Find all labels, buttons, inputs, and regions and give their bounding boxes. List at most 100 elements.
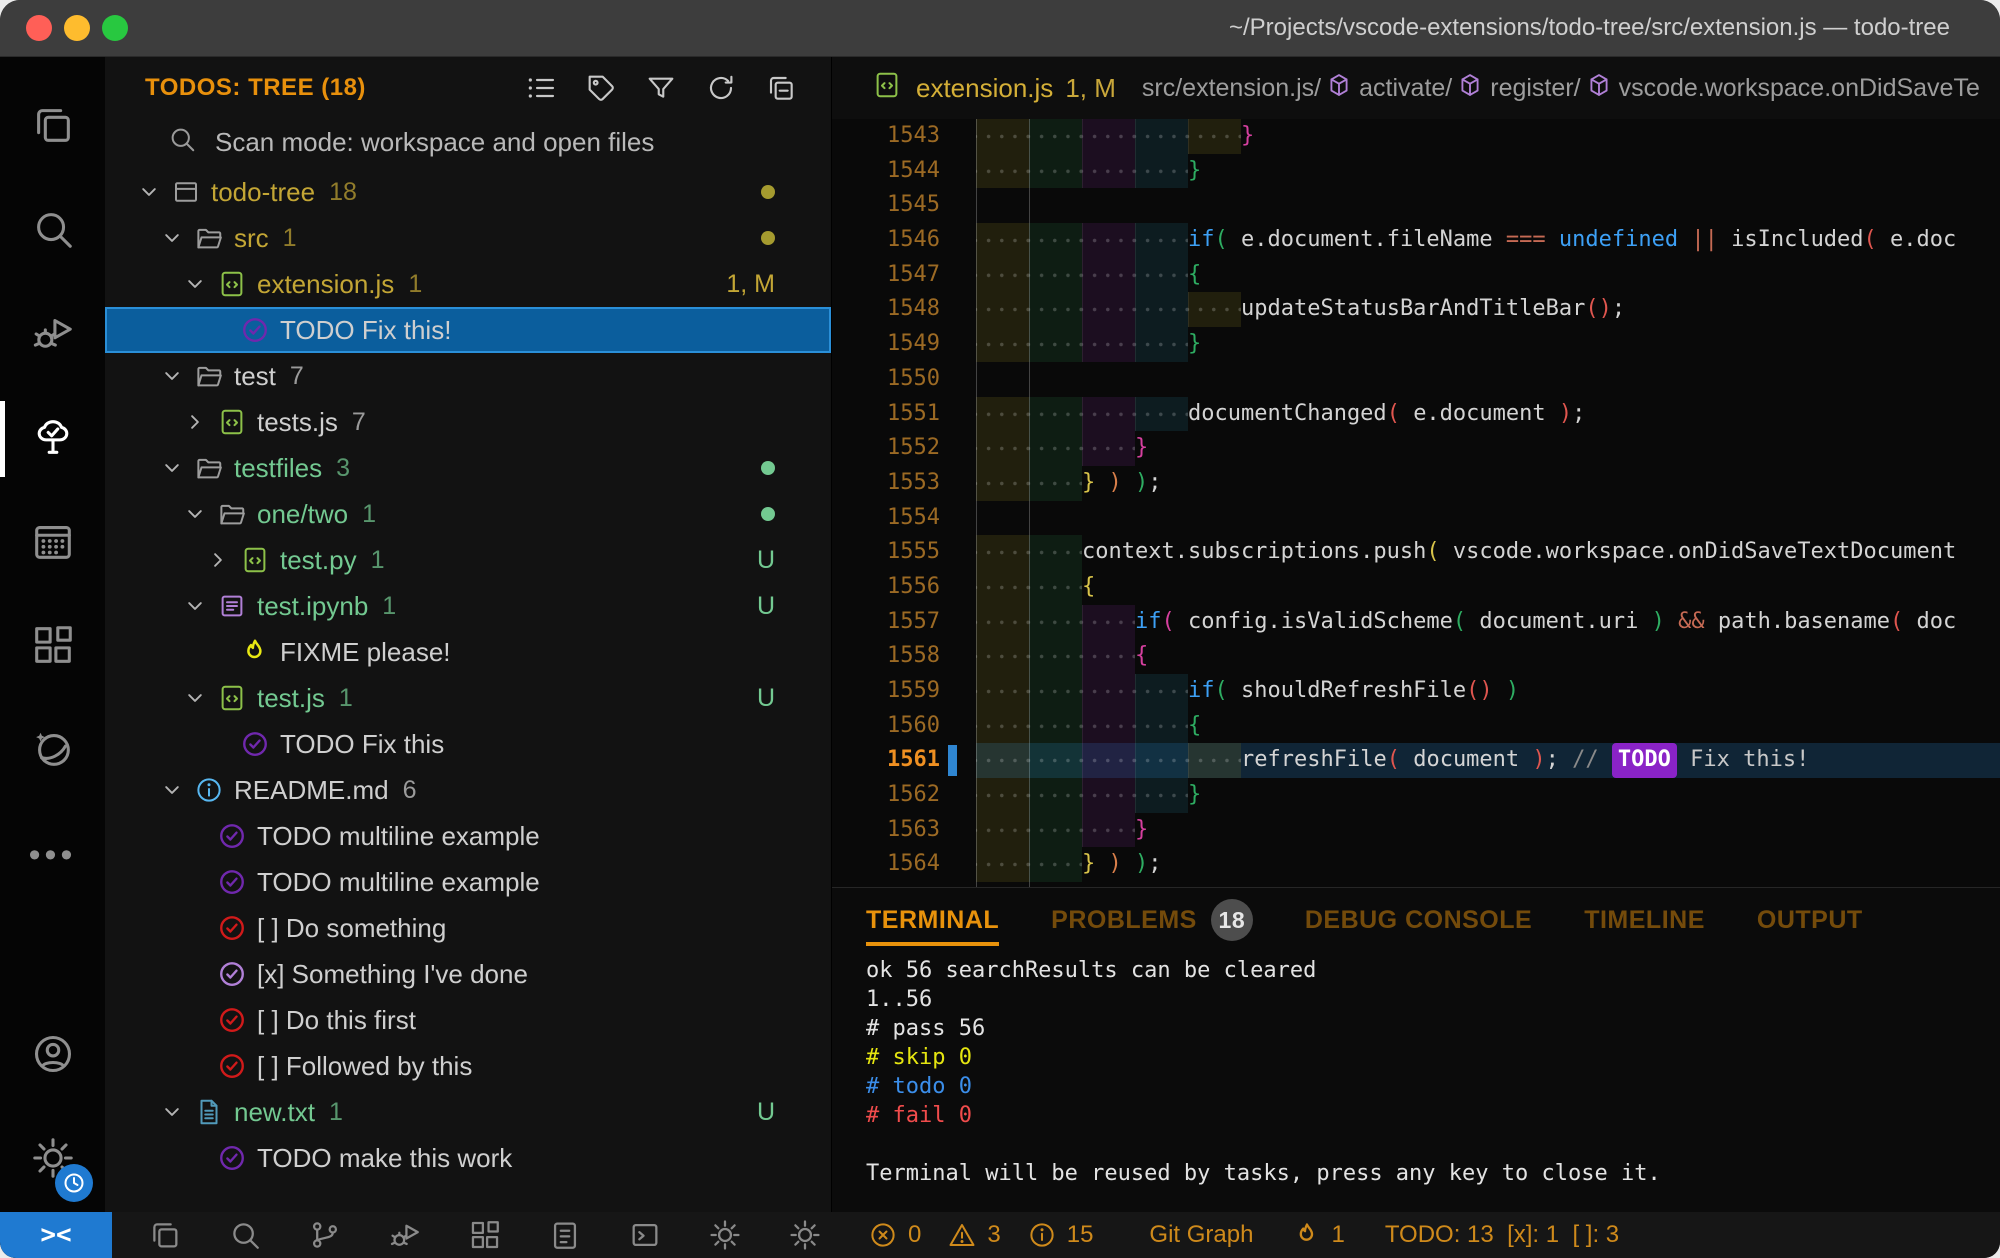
chevron-down-icon[interactable] [158, 222, 194, 254]
code-line-1551[interactable]: 1551 documentChanged( e.document ); [832, 396, 2000, 432]
tree-item-todo-multiline-example[interactable]: TODO multiline example [105, 813, 831, 859]
tag-icon[interactable] [585, 72, 617, 104]
activity-item-run-debug[interactable] [0, 283, 105, 387]
debug-icon[interactable] [388, 1218, 422, 1252]
tree-item-todo-tree[interactable]: todo-tree 18 [105, 169, 831, 215]
code-line-1560[interactable]: 1560 { [832, 708, 2000, 744]
code-line-1550[interactable]: 1550 [832, 361, 2000, 397]
code-line-1553[interactable]: 1553} ) ); [832, 465, 2000, 501]
tree-item-todo-fix-this[interactable]: TODO Fix this! [105, 307, 831, 353]
code-line-1548[interactable]: 1548 updateStatusBarAndTitleBar(); [832, 292, 2000, 328]
chevron-down-icon[interactable] [181, 268, 217, 300]
tree-item-one-two[interactable]: one/two 1 [105, 491, 831, 537]
code-line-1555[interactable]: 1555 context.subscriptions.push( vscode.w… [832, 535, 2000, 570]
code-line-1565[interactable]: 1565 [832, 882, 2000, 887]
tree-item-test-py[interactable]: test.py 1 U [105, 537, 831, 583]
code-line-1564[interactable]: 1564} ) ); [832, 847, 2000, 883]
code-line-1552[interactable]: 1552} [832, 431, 2000, 466]
problems-status[interactable]: 0 3 15 [868, 1220, 1109, 1250]
tree-item-fixme-please[interactable]: FIXME please! [105, 629, 831, 675]
gear-icon[interactable] [708, 1218, 742, 1252]
tree-item-new-txt[interactable]: new.txt 1 U [105, 1089, 831, 1135]
todo-summary-status-item[interactable]: TODO: 13 [x]: 1 [ ]: 3 [1385, 1221, 1619, 1249]
tree-item-test[interactable]: test 7 [105, 353, 831, 399]
code-line-1556[interactable]: 1556 { [832, 569, 2000, 605]
chevron-down-icon[interactable] [158, 360, 194, 392]
activity-item-account[interactable] [0, 1004, 105, 1108]
flame-status-item[interactable]: 1 [1293, 1221, 1345, 1249]
tree-item-tests-js[interactable]: tests.js 7 [105, 399, 831, 445]
refresh-icon[interactable] [705, 72, 737, 104]
tree-item-x-something-i-ve-done[interactable]: [x] Something I've done [105, 951, 831, 997]
files-icon[interactable] [148, 1218, 182, 1252]
chevron-down-icon[interactable] [181, 498, 217, 530]
check-icon [217, 1004, 257, 1036]
remote-indicator[interactable]: >< [0, 1212, 112, 1258]
activity-item-more-views[interactable]: ••• [0, 803, 105, 907]
chevron-down-icon[interactable] [135, 176, 171, 208]
chevron-down-icon[interactable] [181, 682, 217, 714]
code-line-1559[interactable]: 1559 if( shouldRefreshFile() ) [832, 674, 2000, 709]
panel-tab-timeline[interactable]: TIMELINE [1584, 888, 1705, 952]
tree-item-testfiles[interactable]: testfiles 3 [105, 445, 831, 491]
filter-icon[interactable] [645, 72, 677, 104]
panel-tab-debug-console[interactable]: DEBUG CONSOLE [1305, 888, 1532, 952]
tree-item-extension-js[interactable]: extension.js 1 1, M [105, 261, 831, 307]
panel-tab-terminal[interactable]: TERMINAL [866, 888, 1000, 952]
activity-item-todo-tree[interactable] [0, 387, 105, 491]
code-line-1554[interactable]: 1554 [832, 500, 2000, 536]
code-line-1558[interactable]: 1558 { [832, 639, 2000, 674]
breadcrumb-segment[interactable]: src/extension.js/ [1142, 74, 1321, 103]
collapse-all-icon[interactable] [765, 72, 797, 104]
terminal-output[interactable]: ok 56 searchResults can be cleared 1..56 #… [866, 952, 2000, 1188]
tree-item-todo-make-this-work[interactable]: TODO make this work [105, 1135, 831, 1181]
breadcrumb-segment[interactable]: activate/ [1325, 71, 1452, 106]
activity-item-search[interactable] [0, 179, 105, 283]
git-graph-status-item[interactable]: Git Graph [1149, 1221, 1253, 1249]
tree-item-do-this-first[interactable]: [ ] Do this first [105, 997, 831, 1043]
chevron-down-icon[interactable] [158, 452, 194, 484]
chevron-down-icon[interactable] [158, 774, 194, 806]
code-line-1546[interactable]: 1546 if( e.document.fileName === undefine… [832, 223, 2000, 258]
extensions-icon[interactable] [468, 1218, 502, 1252]
editor-tab-filename[interactable]: extension.js [916, 73, 1053, 104]
activity-item-explorer[interactable] [0, 75, 105, 179]
activity-item-settings[interactable] [0, 1108, 105, 1212]
flat-list-icon[interactable] [525, 72, 557, 104]
panel-tab-problems[interactable]: PROBLEMS 18 [1051, 888, 1253, 952]
activity-item-calendar-extension[interactable] [0, 491, 105, 595]
code-editor[interactable]: 1543} 1544} 1545 1546 if( e.document.fileNam… [832, 119, 2000, 887]
panel-tab-output[interactable]: OUTPUT [1757, 888, 1863, 952]
activity-item-extensions[interactable] [0, 595, 105, 699]
scan-mode-row[interactable]: Scan mode: workspace and open files [105, 119, 831, 165]
tree-item-todo-fix-this[interactable]: TODO Fix this [105, 721, 831, 767]
code-line-1549[interactable]: 1549} [832, 327, 2000, 362]
breadcrumb-segment[interactable]: register/ [1456, 71, 1581, 106]
search-icon[interactable] [228, 1218, 262, 1252]
tree-item-followed-by-this[interactable]: [ ] Followed by this [105, 1043, 831, 1089]
gear-icon[interactable] [788, 1218, 822, 1252]
tree-item-readme-md[interactable]: README.md 6 [105, 767, 831, 813]
tree-item-do-something[interactable]: [ ] Do something [105, 905, 831, 951]
tree-item-todo-multiline-example[interactable]: TODO multiline example [105, 859, 831, 905]
code-line-1563[interactable]: 1563} [832, 812, 2000, 848]
git-branch-icon[interactable] [308, 1218, 342, 1252]
tree-item-src[interactable]: src 1 [105, 215, 831, 261]
code-line-1543[interactable]: 1543} [832, 119, 2000, 154]
chevron-right-icon[interactable] [181, 406, 217, 438]
chevron-right-icon[interactable] [204, 544, 240, 576]
terminal-box-icon[interactable] [628, 1218, 662, 1252]
code-line-1561[interactable]: 1561 refreshFile( document ); // TODO Fix… [832, 743, 2000, 779]
code-line-1562[interactable]: 1562} [832, 778, 2000, 813]
tree-item-test-js[interactable]: test.js 1 U [105, 675, 831, 721]
chevron-down-icon[interactable] [158, 1096, 194, 1128]
chevron-down-icon[interactable] [181, 590, 217, 622]
breadcrumb-segment[interactable]: vscode.workspace.onDidSaveTe [1585, 71, 1980, 106]
activity-item-planet-extension[interactable] [0, 699, 105, 803]
checklist-icon[interactable] [548, 1218, 582, 1252]
tree-item-test-ipynb[interactable]: test.ipynb 1 U [105, 583, 831, 629]
code-line-1545[interactable]: 1545 [832, 188, 2000, 224]
code-line-1544[interactable]: 1544} [832, 153, 2000, 189]
code-line-1557[interactable]: 1557 if( config.isValidScheme( document.u… [832, 604, 2000, 640]
code-line-1547[interactable]: 1547 { [832, 257, 2000, 293]
